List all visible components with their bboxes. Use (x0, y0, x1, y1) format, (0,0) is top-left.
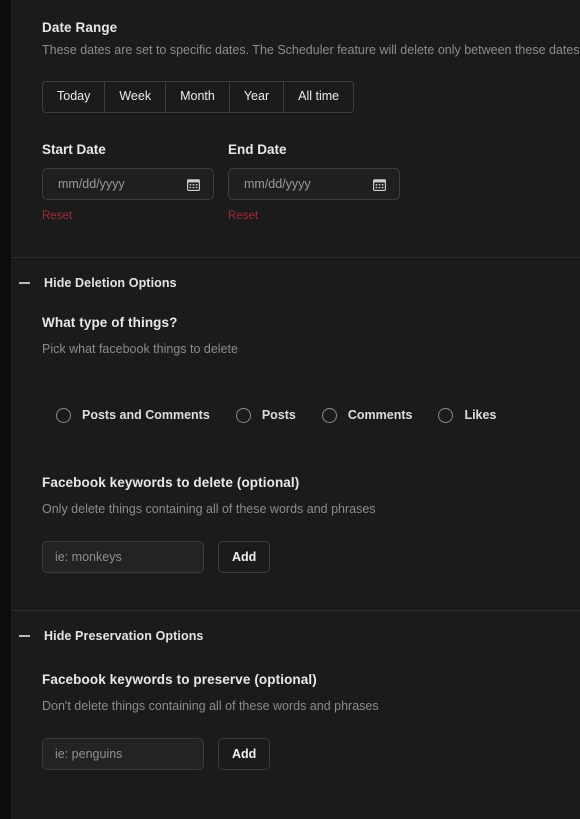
date-fields-row: Start Date mm/dd/yyyy Reset End Date mm/… (42, 141, 580, 224)
radio-circle-icon[interactable] (438, 407, 454, 423)
delete-keywords-description: Only delete things containing all of the… (42, 502, 376, 516)
date-range-heading: Date Range (42, 20, 118, 35)
preserve-keywords-description: Don't delete things containing all of th… (42, 699, 379, 713)
hide-preservation-options-label: Hide Preservation Options (44, 629, 204, 643)
date-preset-group[interactable]: Today Week Month Year All time (42, 81, 355, 113)
radio-label: Comments (347, 408, 413, 422)
preset-month-button[interactable]: Month (166, 82, 230, 112)
delete-keyword-input[interactable] (42, 541, 204, 573)
date-range-section: Date Range These dates are set to specif… (11, 0, 580, 224)
radio-circle-icon[interactable] (321, 407, 337, 423)
what-type-group: What type of things? Pick what facebook … (11, 313, 580, 423)
add-preserve-keyword-button[interactable]: Add (218, 738, 271, 770)
preserve-keyword-input[interactable] (42, 738, 204, 770)
what-type-description: Pick what facebook things to delete (42, 342, 238, 356)
calendar-icon[interactable] (187, 178, 200, 191)
calendar-icon[interactable] (373, 178, 386, 191)
end-date-label: End Date (228, 142, 287, 157)
hide-deletion-options-toggle[interactable]: Hide Deletion Options (11, 258, 580, 291)
deletion-options-section: Hide Deletion Options What type of thing… (11, 258, 580, 573)
radio-posts[interactable]: Posts (235, 407, 296, 423)
preset-today-button[interactable]: Today (43, 82, 106, 112)
add-delete-keyword-button[interactable]: Add (218, 541, 271, 573)
radio-label: Posts (261, 408, 296, 422)
settings-page: Date Range These dates are set to specif… (0, 0, 580, 819)
end-date-group: End Date mm/dd/yyyy Reset (228, 141, 414, 224)
radio-circle-icon[interactable] (235, 407, 251, 423)
thing-type-radio-group[interactable]: Posts and Comments Posts Comments Likes (42, 407, 580, 423)
end-date-reset-link[interactable]: Reset (228, 209, 258, 223)
delete-keywords-row: Add (42, 541, 580, 573)
minus-icon[interactable] (19, 282, 30, 284)
what-type-heading: What type of things? (42, 315, 178, 330)
preset-year-button[interactable]: Year (230, 82, 285, 112)
radio-posts-and-comments[interactable]: Posts and Comments (56, 407, 210, 423)
start-date-label: Start Date (42, 142, 106, 157)
hide-preservation-options-toggle[interactable]: Hide Preservation Options (11, 611, 580, 644)
radio-likes[interactable]: Likes (438, 407, 496, 423)
delete-keywords-group: Facebook keywords to delete (optional) O… (11, 473, 580, 573)
end-date-field[interactable]: mm/dd/yyyy (228, 168, 400, 200)
end-date-placeholder[interactable]: mm/dd/yyyy (229, 177, 373, 192)
preserve-keywords-heading: Facebook keywords to preserve (optional) (42, 672, 317, 687)
start-date-placeholder[interactable]: mm/dd/yyyy (43, 177, 187, 192)
start-date-group: Start Date mm/dd/yyyy Reset (42, 141, 228, 224)
preserve-keywords-group: Facebook keywords to preserve (optional)… (11, 670, 580, 770)
date-range-description: These dates are set to specific dates. T… (42, 43, 580, 57)
settings-panel: Date Range These dates are set to specif… (11, 0, 580, 819)
preserve-keywords-row: Add (42, 738, 580, 770)
minus-icon[interactable] (19, 635, 30, 637)
preservation-options-section: Hide Preservation Options Facebook keywo… (11, 611, 580, 770)
delete-keywords-heading: Facebook keywords to delete (optional) (42, 475, 300, 490)
radio-comments[interactable]: Comments (321, 407, 413, 423)
radio-label: Posts and Comments (82, 408, 210, 422)
radio-circle-icon[interactable] (56, 407, 71, 423)
start-date-field[interactable]: mm/dd/yyyy (42, 168, 214, 200)
hide-deletion-options-label: Hide Deletion Options (44, 276, 177, 290)
start-date-reset-link[interactable]: Reset (42, 209, 72, 223)
radio-label: Likes (464, 408, 497, 422)
preset-week-button[interactable]: Week (105, 82, 167, 112)
preset-all-time-button[interactable]: All time (284, 82, 353, 112)
